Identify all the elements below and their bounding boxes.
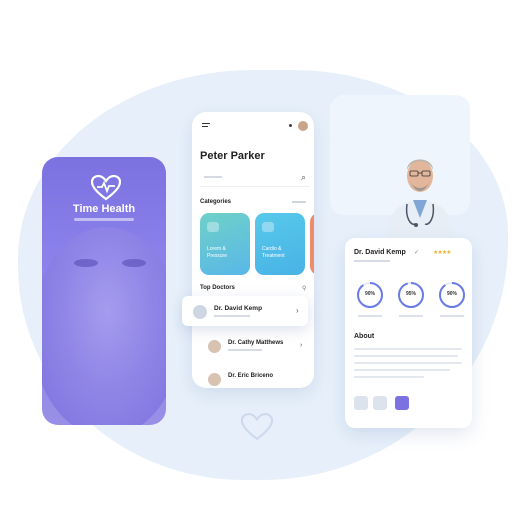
hamburger-menu-icon[interactable]: [202, 123, 210, 129]
about-text-line: [354, 362, 462, 364]
heart-icon: [262, 222, 274, 232]
user-avatar[interactable]: [298, 121, 308, 131]
rating-stars: ★★★★: [433, 250, 451, 256]
app-tagline-placeholder: [74, 218, 134, 221]
doctor-name: Dr. Cathy Matthews: [228, 340, 284, 346]
splash-screen: Time Health: [42, 157, 166, 425]
category-card-dental[interactable]: Lorem & Pressure: [200, 213, 250, 275]
heart-pulse-icon: [240, 413, 274, 441]
about-text-line: [354, 369, 450, 371]
doctor-specialty: [214, 315, 250, 317]
eye-right: [122, 259, 146, 267]
about-heading: About: [354, 333, 375, 340]
gallery-thumb[interactable]: [354, 396, 368, 410]
category-card-cardio[interactable]: Cardio & Treatment: [255, 213, 305, 275]
filter-icon[interactable]: ⚲: [302, 285, 306, 292]
stat-value: 90%: [364, 291, 375, 297]
category-label: Cardio & Treatment: [262, 246, 285, 259]
search-icon[interactable]: ⌕: [301, 172, 306, 183]
top-doctors-heading: Top Doctors: [200, 285, 235, 291]
dental-icon: [207, 222, 219, 232]
about-text-line: [354, 376, 424, 378]
see-all-link[interactable]: [292, 201, 306, 203]
woman-face-image: [42, 227, 166, 425]
stat-ring: 90%: [437, 280, 467, 317]
doctor-avatar: [208, 373, 221, 386]
profile-specialty: [354, 260, 390, 262]
chevron-right-icon: ›: [296, 306, 299, 315]
stat-ring: 90%: [355, 280, 385, 317]
app-name: Time Health: [72, 203, 136, 215]
doctor-profile-card: Dr. David Kemp ✓ ★★★★ 90% 95% 90% About: [345, 238, 472, 428]
search-bar[interactable]: ⌕: [200, 172, 310, 187]
about-text-line: [354, 348, 462, 350]
categories-heading: Categories: [200, 199, 232, 205]
stat-value: 95%: [405, 291, 416, 297]
doctor-name: Dr. Eric Briceno: [228, 373, 274, 379]
eye-left: [74, 259, 98, 267]
stat-ring: 95%: [396, 280, 426, 317]
gallery-thumb[interactable]: [373, 396, 387, 410]
home-screen: Peter Parker ⌕ Categories Lorem & Pressu…: [192, 112, 314, 388]
verified-icon: ✓: [414, 250, 420, 256]
profile-doctor-name: Dr. David Kemp: [354, 249, 406, 256]
stat-caption: [440, 315, 464, 317]
doctor-row[interactable]: Dr. Eric Briceno: [200, 367, 308, 388]
doctor-photo: [387, 159, 453, 238]
stat-value: 90%: [446, 291, 457, 297]
doctor-avatar: [208, 340, 221, 353]
heart-pulse-icon: [91, 175, 121, 201]
doctor-row[interactable]: Dr. Cathy Matthews ›: [200, 334, 308, 360]
doctor-avatar: [192, 304, 208, 320]
gallery-thumb[interactable]: [395, 396, 409, 410]
about-text-line: [354, 355, 458, 357]
chevron-right-icon: ›: [300, 342, 303, 349]
category-card-more[interactable]: [310, 213, 314, 275]
stat-caption: [399, 315, 423, 317]
user-name: Peter Parker: [200, 150, 265, 162]
notification-dot: [289, 124, 292, 127]
doctor-specialty: [228, 349, 262, 351]
stat-caption: [358, 315, 382, 317]
category-label: Lorem & Pressure: [207, 246, 228, 259]
search-placeholder: [204, 176, 222, 178]
doctor-name: Dr. David Kemp: [214, 305, 263, 312]
doctor-row-highlighted[interactable]: Dr. David Kemp ›: [182, 296, 308, 326]
